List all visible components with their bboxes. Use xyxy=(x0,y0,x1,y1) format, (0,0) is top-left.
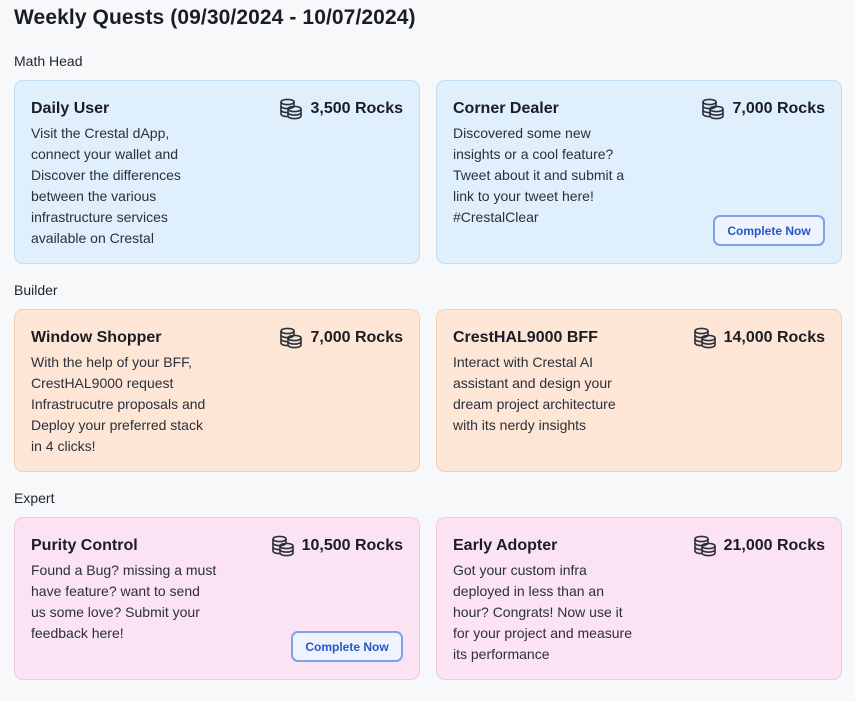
coins-stack-icon xyxy=(693,535,717,557)
quest-title: Purity Control xyxy=(31,537,138,554)
quest-title: Corner Dealer xyxy=(453,100,559,117)
quest-description: Interact with Crestal AI assistant and d… xyxy=(453,354,616,433)
quest-title: CrestHAL9000 BFF xyxy=(453,329,598,346)
section-label-builder: Builder xyxy=(14,282,58,298)
quest-reward: 10,500 Rocks xyxy=(271,535,403,557)
reward-amount: 14,000 Rocks xyxy=(723,329,825,346)
complete-now-button[interactable]: Complete Now xyxy=(291,631,403,662)
section-label-math-head: Math Head xyxy=(14,53,83,69)
quest-description: With the help of your BFF, CrestHAL9000 … xyxy=(31,354,206,454)
quest-description: Discovered some new insights or a cool f… xyxy=(453,125,625,225)
coins-stack-icon xyxy=(701,98,725,120)
quest-reward: 7,000 Rocks xyxy=(279,327,403,349)
complete-now-button[interactable]: Complete Now xyxy=(713,215,825,246)
reward-amount: 7,000 Rocks xyxy=(732,100,825,117)
reward-amount: 21,000 Rocks xyxy=(723,537,825,554)
quest-description: Found a Bug? missing a must have feature… xyxy=(31,562,217,641)
quest-card-cresthal9000-bff: CrestHAL9000 BFF 14,000 Rocks Interact w… xyxy=(436,309,842,472)
quest-card-corner-dealer: Corner Dealer 7,000 Rocks Discovered som… xyxy=(436,80,842,264)
reward-amount: 7,000 Rocks xyxy=(310,329,403,346)
coins-stack-icon xyxy=(271,535,295,557)
reward-amount: 3,500 Rocks xyxy=(310,100,403,117)
quest-reward: 21,000 Rocks xyxy=(693,535,825,557)
quest-title: Early Adopter xyxy=(453,537,558,554)
section-label-expert: Expert xyxy=(14,490,55,506)
coins-stack-icon xyxy=(279,98,303,120)
quest-card-daily-user: Daily User 3,500 Rocks Visit the Crestal… xyxy=(14,80,420,264)
quest-card-purity-control: Purity Control 10,500 Rocks Found a Bug?… xyxy=(14,517,420,680)
quest-reward: 14,000 Rocks xyxy=(693,327,825,349)
quest-description: Got your custom infra deployed in less t… xyxy=(453,562,632,662)
coins-stack-icon xyxy=(693,327,717,349)
reward-amount: 10,500 Rocks xyxy=(301,537,403,554)
quest-reward: 3,500 Rocks xyxy=(279,98,403,120)
quest-title: Daily User xyxy=(31,100,110,117)
quest-card-early-adopter: Early Adopter 21,000 Rocks Got your cust… xyxy=(436,517,842,680)
quest-reward: 7,000 Rocks xyxy=(701,98,825,120)
quest-title: Window Shopper xyxy=(31,329,162,346)
quest-description: Visit the Crestal dApp, connect your wal… xyxy=(31,125,181,246)
page-title: Weekly Quests (09/30/2024 - 10/07/2024) xyxy=(14,6,416,29)
quest-card-window-shopper: Window Shopper 7,000 Rocks With the help… xyxy=(14,309,420,472)
coins-stack-icon xyxy=(279,327,303,349)
